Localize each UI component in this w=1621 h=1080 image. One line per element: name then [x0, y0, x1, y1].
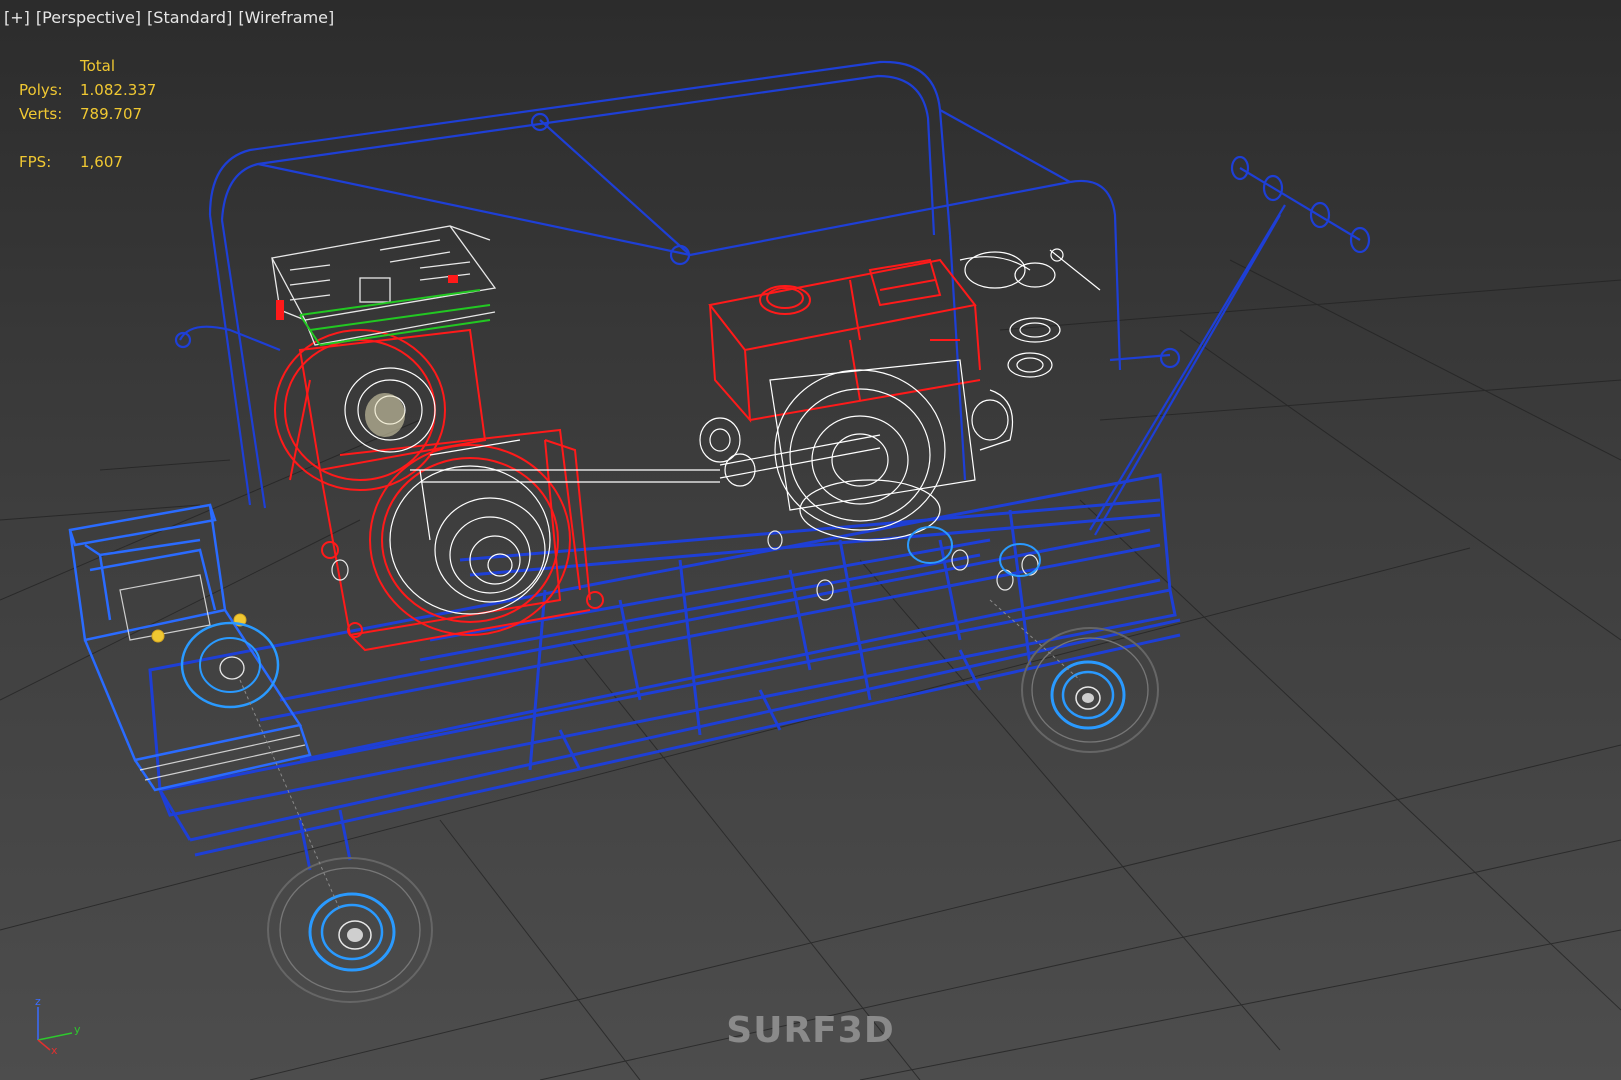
engine-left-beige: [365, 393, 405, 437]
viewport-statistics: Total Polys: 1.082.337 Verts: 789.707 FP…: [19, 54, 156, 174]
stats-fps-row: FPS: 1,607: [19, 150, 156, 174]
wheel-front-left: [267, 857, 433, 1003]
surf3d-watermark: SURF3D: [726, 1010, 895, 1051]
stats-verts-label: Verts:: [19, 105, 63, 123]
viewport-display-mode-menu[interactable]: [Wireframe]: [238, 8, 334, 27]
viewport-view-menu[interactable]: [Perspective]: [36, 8, 141, 27]
ground-grid: [0, 259, 1621, 1080]
viewport-label[interactable]: [+] [Perspective] [Standard] [Wireframe]: [4, 8, 334, 27]
stats-polys-value: 1.082.337: [80, 81, 157, 99]
wireframe-scene[interactable]: [0, 0, 1621, 1080]
3d-viewport[interactable]: [+] [Perspective] [Standard] [Wireframe]…: [0, 0, 1621, 1080]
engine-right: [708, 258, 981, 423]
viewport-menu-plus[interactable]: [+]: [4, 8, 30, 27]
axle-lines: [239, 599, 1081, 911]
wheel-rear-left: [180, 621, 280, 709]
stats-verts-row: Verts: 789.707: [19, 102, 156, 126]
control-board-housing: [271, 225, 497, 346]
stats-header-row: Total: [19, 54, 156, 78]
stats-fps-value: 1,607: [80, 153, 123, 171]
engine-left: [274, 328, 604, 652]
stats-fps-label: FPS:: [19, 153, 52, 171]
viewport-shading-menu[interactable]: [Standard]: [147, 8, 232, 27]
axis-z-label: z: [35, 995, 41, 1008]
stats-verts-value: 789.707: [80, 105, 143, 123]
stats-polys-row: Polys: 1.082.337: [19, 78, 156, 102]
stats-polys-label: Polys:: [19, 81, 63, 99]
stats-header: Total: [80, 57, 116, 75]
